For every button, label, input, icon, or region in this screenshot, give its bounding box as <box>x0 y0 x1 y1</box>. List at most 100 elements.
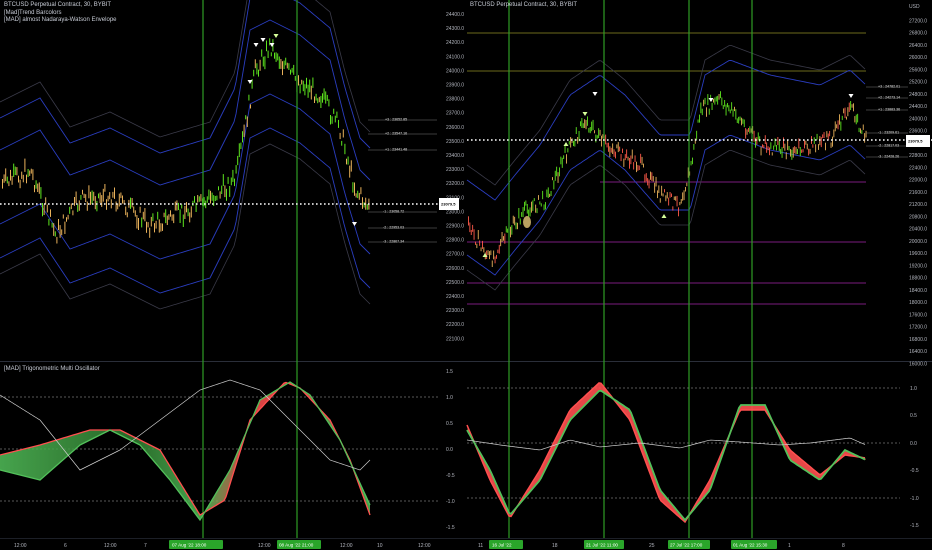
price-bar <box>626 149 628 159</box>
price-bar <box>472 224 474 232</box>
price-bar <box>738 116 740 124</box>
price-bar <box>694 138 696 144</box>
price-bar <box>240 142 242 149</box>
price-bar <box>69 206 71 214</box>
price-bar <box>280 59 282 69</box>
indicator-label[interactable]: [MAD] almost Nadaraya-Watson Envelope <box>4 17 117 25</box>
price-bar <box>26 174 27 184</box>
price-bar <box>808 148 810 156</box>
price-bar <box>592 119 594 130</box>
price-bar <box>269 38 271 46</box>
price-bar <box>850 101 852 111</box>
price-bar <box>560 156 562 165</box>
price-tick: 19600.0 <box>909 251 927 257</box>
price-bar <box>668 197 670 206</box>
price-bar <box>778 140 780 152</box>
price-tick: 20400.0 <box>909 227 927 233</box>
price-bar <box>358 192 360 200</box>
price-bar <box>256 63 258 75</box>
price-bar <box>844 107 846 119</box>
price-bar <box>320 95 322 108</box>
level-label: +1 : 23883.36 <box>878 108 900 112</box>
level-label: -3 : 22428.26 <box>878 155 899 159</box>
price-bar <box>34 185 35 193</box>
left-price-axis[interactable]: 24400.0 24300.0 24200.0 24100.0 24000.0 23900… <box>446 12 464 342</box>
osc-tick: -0.5 <box>910 468 919 474</box>
price-bar <box>722 105 724 110</box>
price-bar <box>253 69 255 77</box>
price-bar <box>546 189 548 198</box>
price-bar <box>832 136 833 147</box>
price-bar <box>563 155 565 159</box>
price-bar <box>678 207 679 217</box>
price-bar <box>470 230 472 235</box>
price-tick: 22500.0 <box>446 280 464 286</box>
price-bar <box>539 201 541 205</box>
price-bar <box>29 170 31 176</box>
price-bar <box>512 215 514 224</box>
price-bar <box>64 221 66 234</box>
price-bar <box>655 176 657 187</box>
price-bar <box>665 195 667 202</box>
price-bar <box>664 189 665 193</box>
price-bar <box>232 169 234 182</box>
price-bar <box>235 165 237 174</box>
price-bar <box>133 206 135 213</box>
price-bar <box>743 119 745 128</box>
chart-canvas[interactable]: 24400.0 24300.0 24200.0 24100.0 24000.0 23900… <box>0 0 932 550</box>
price-bar <box>106 199 107 210</box>
price-bar <box>473 229 475 240</box>
price-bar <box>357 190 359 199</box>
indicator-label[interactable]: [Mad]Trend Barcolors <box>4 10 117 18</box>
left-chart-header[interactable]: BTCUSD Perpetual Contract, 30, BYBIT [Ma… <box>4 2 117 25</box>
price-bar <box>724 100 726 107</box>
price-bar <box>496 254 497 259</box>
price-tick: 17200.0 <box>909 325 927 331</box>
right-time-axis[interactable]: 11 18 25 1 8 <box>478 543 845 549</box>
price-tick: 19200.0 <box>909 263 927 269</box>
price-bar <box>794 146 796 154</box>
right-price-axis[interactable]: USD 27200.0 26800.0 26400.0 26000.0 25600.0 25… <box>909 4 927 367</box>
oscillator-title: [MAD] Trigonometric Multi Oscillator <box>4 366 100 372</box>
price-bar <box>848 102 850 112</box>
price-bar <box>363 202 365 208</box>
price-bar <box>813 137 815 144</box>
price-tick: 24400.0 <box>446 12 464 18</box>
price-bar <box>816 133 818 140</box>
signal-marker <box>273 34 279 38</box>
price-bar <box>469 222 471 233</box>
price-bar <box>612 143 614 154</box>
osc-tick: 1.0 <box>910 386 917 392</box>
price-bar <box>139 206 141 213</box>
price-bar <box>475 241 476 245</box>
price-bar <box>602 134 604 139</box>
time-tick: 12:00 <box>14 543 27 549</box>
price-bar <box>5 168 7 182</box>
price-bar <box>756 137 758 145</box>
price-bar <box>40 187 42 199</box>
signal-marker <box>848 94 854 98</box>
price-tick: 22700.0 <box>446 252 464 258</box>
price-bar <box>686 182 688 187</box>
price-bar <box>542 190 544 200</box>
signal-marker <box>260 38 266 42</box>
price-bar <box>610 147 612 153</box>
osc-tick: 0.5 <box>910 413 917 419</box>
left-price-tag: 23079.5 <box>439 198 459 210</box>
price-bar <box>736 118 738 123</box>
price-bar <box>214 196 216 201</box>
right-chart-header[interactable]: BTCUSD Perpetual Contract, 30, BYBIT <box>470 2 577 10</box>
price-bar <box>515 222 517 230</box>
price-bar <box>532 200 534 211</box>
signal-marker <box>253 43 259 47</box>
price-bar <box>362 197 363 209</box>
price-bar <box>615 151 616 159</box>
price-bar <box>13 163 15 177</box>
oscillator-header[interactable]: [MAD] Trigonometric Multi Oscillator <box>4 366 100 374</box>
price-tick: 16400.0 <box>909 349 927 355</box>
price-bar <box>661 185 663 196</box>
price-bar <box>812 144 814 148</box>
price-tick: 23900.0 <box>446 83 464 89</box>
price-bar <box>238 143 240 158</box>
price-bar <box>21 171 23 179</box>
